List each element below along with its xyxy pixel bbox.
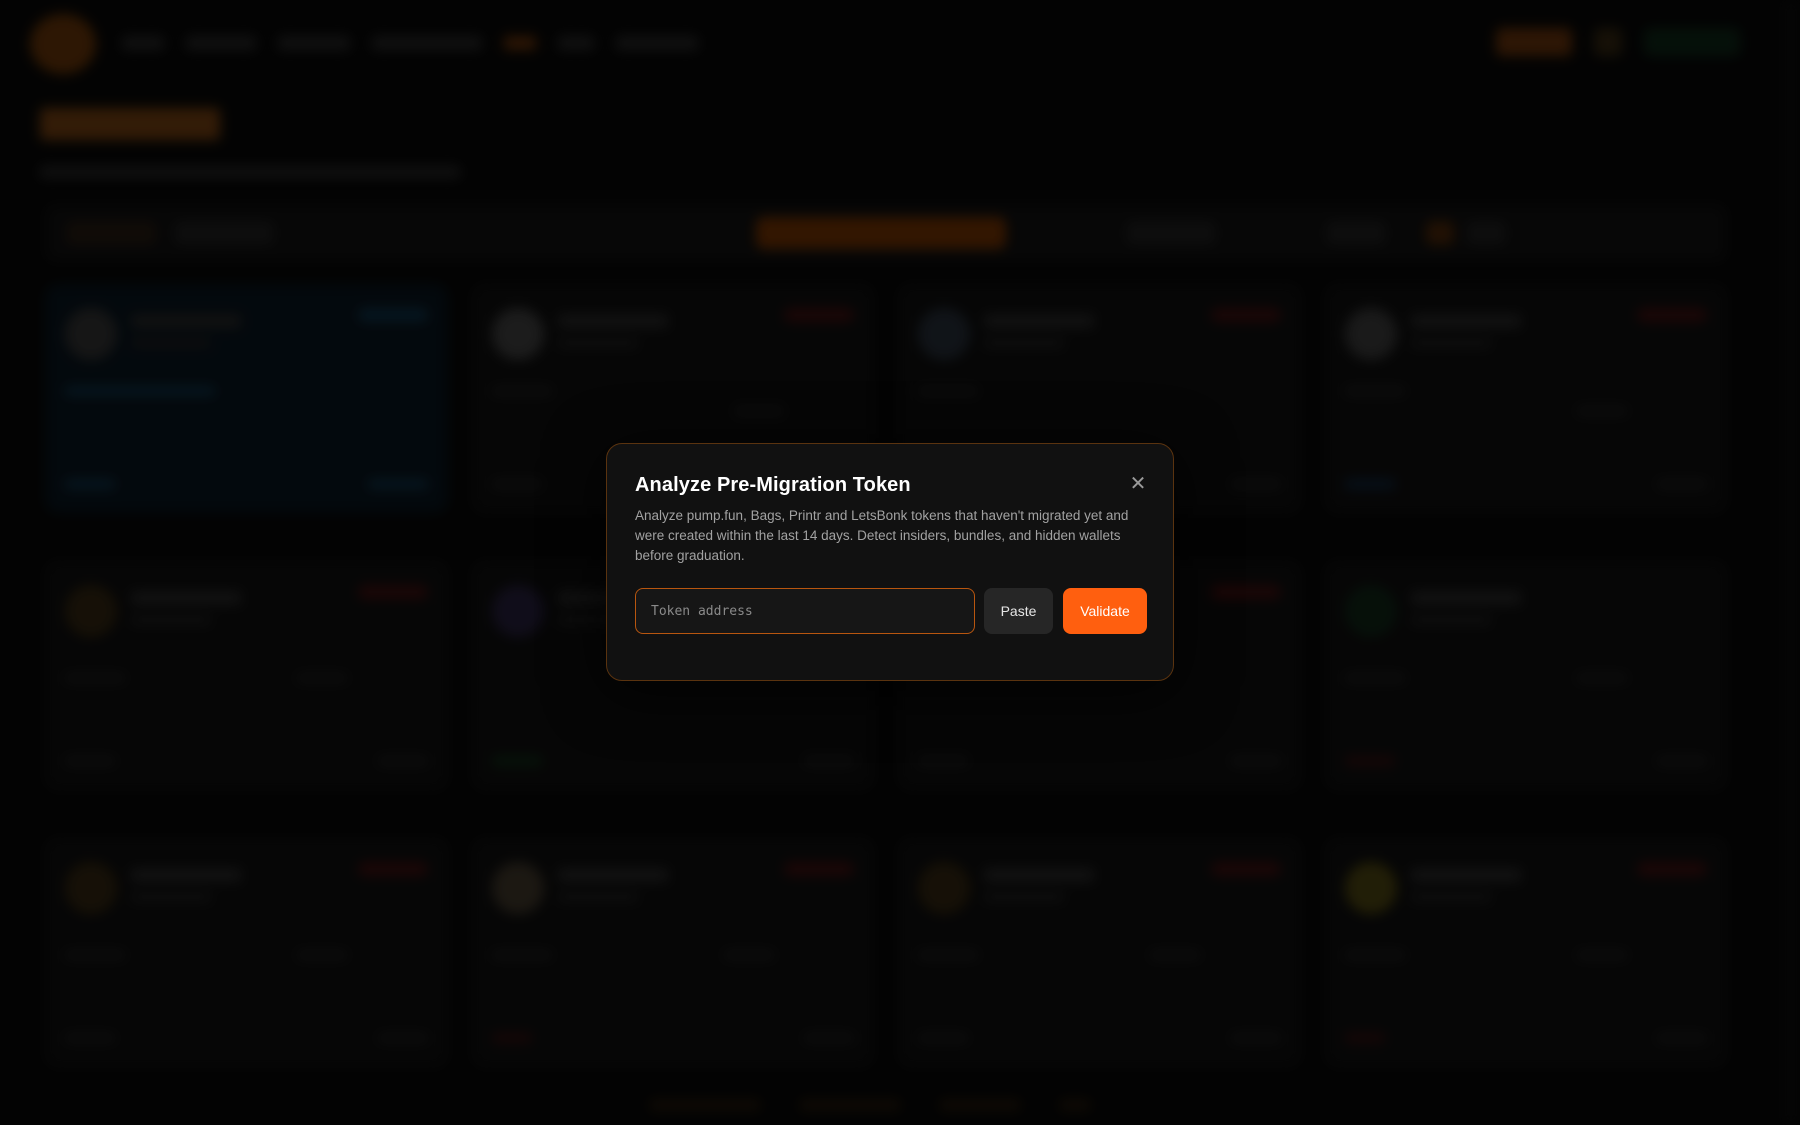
analyze-token-modal: Analyze Pre-Migration Token ✕ Analyze pu… (606, 443, 1174, 681)
app-window: Analyze Pre-Migration Token ✕ Analyze pu… (0, 0, 1800, 1125)
token-address-input[interactable] (635, 588, 975, 634)
close-icon[interactable]: ✕ (1127, 472, 1149, 494)
modal-description: Analyze pump.fun, Bags, Printr and LetsB… (635, 508, 1129, 563)
modal-title: Analyze Pre-Migration Token (635, 474, 911, 496)
validate-button[interactable]: Validate (1063, 588, 1147, 634)
paste-button[interactable]: Paste (984, 588, 1053, 634)
